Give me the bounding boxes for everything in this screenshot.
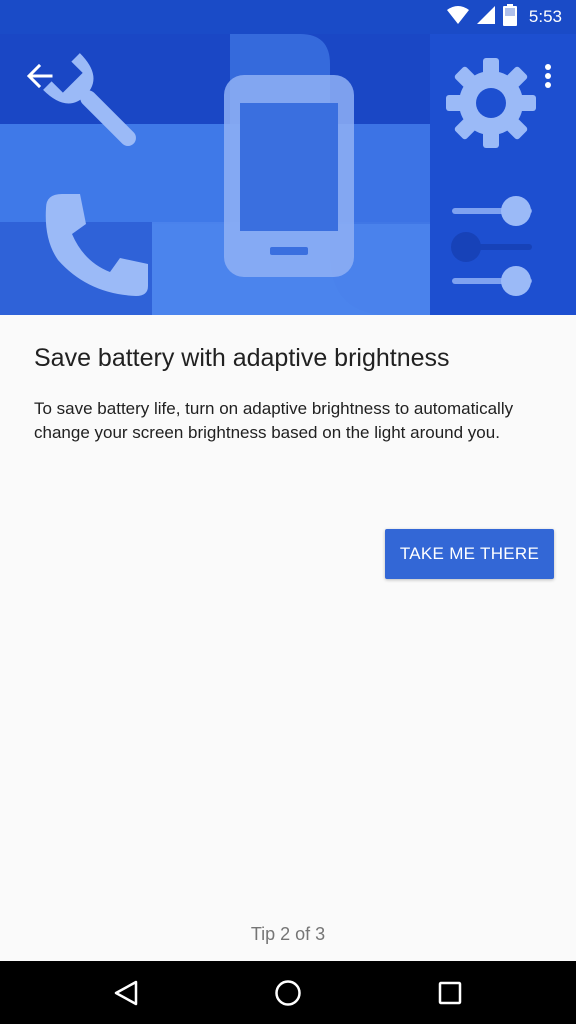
tip-counter: Tip 2 of 3 <box>250 924 326 944</box>
take-me-there-button[interactable]: TAKE ME THERE <box>385 529 554 579</box>
tip-content: Save battery with adaptive brightness To… <box>34 315 554 445</box>
hero-illustration <box>0 34 576 315</box>
nav-recents-button[interactable] <box>410 961 490 1024</box>
tip-description: To save battery life, turn on adaptive b… <box>34 399 514 442</box>
overflow-menu-button[interactable] <box>530 54 566 98</box>
tip-title: Save battery with adaptive brightness <box>34 344 450 372</box>
status-time: 5:53 <box>528 7 562 26</box>
sliders-icon <box>450 196 536 305</box>
back-button[interactable] <box>18 54 62 98</box>
nav-home-button[interactable] <box>248 961 328 1024</box>
status-icons: 5:53 <box>446 0 562 34</box>
more-vert-icon <box>545 64 551 88</box>
gear-icon <box>444 56 538 155</box>
nav-back-button[interactable] <box>86 961 166 1024</box>
nav-home-icon <box>275 979 301 1006</box>
wifi-icon <box>446 5 469 29</box>
arrow-back-icon <box>27 64 53 88</box>
nav-recents-icon <box>438 981 462 1004</box>
nav-back-icon <box>114 980 138 1005</box>
navigation-bar <box>0 961 576 1024</box>
battery-icon <box>502 3 517 31</box>
status-bar: 5:53 <box>0 0 576 34</box>
signal-icon <box>476 5 495 29</box>
phone-device-icon <box>224 75 354 282</box>
phone-handset-icon <box>40 190 152 307</box>
